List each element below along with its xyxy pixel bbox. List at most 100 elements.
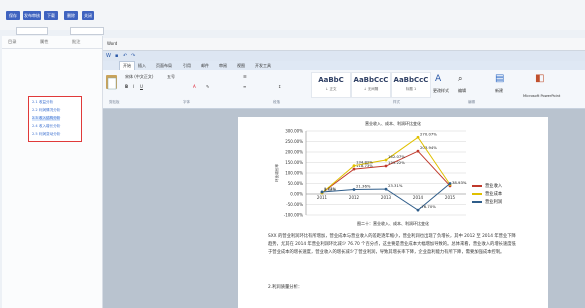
data-point <box>352 167 356 171</box>
y-tick-label: -50.00% <box>286 202 303 207</box>
data-label: 23.31% <box>388 183 403 188</box>
ribbon-tabs: 开始 插入 页面布局 引用 邮件 审阅 视图 开发工具 <box>103 61 585 70</box>
y-tick-label: 200.00% <box>285 150 303 155</box>
legend-item-cost: 营业成本 <box>472 191 502 199</box>
data-label: 9.77% <box>324 186 336 191</box>
tab-view[interactable]: 视图 <box>237 63 245 69</box>
tab-mailings[interactable]: 邮件 <box>201 63 209 69</box>
body-paragraph: SXX 的营业利润环比有所增加，营业成本与营业收入的差距逐年缩小，营业利润也出现… <box>268 234 516 255</box>
style-name: ↓ 无间隔 <box>363 87 379 91</box>
legend-item-profit: 营业利润 <box>472 199 502 207</box>
edit-label[interactable]: 编辑 <box>458 88 466 94</box>
undo-icon[interactable]: ↶ <box>123 53 127 59</box>
bold-button[interactable]: B <box>125 84 128 89</box>
data-point <box>352 164 356 168</box>
paste-icon[interactable] <box>105 73 119 95</box>
outline-item-selected[interactable]: 2.3 收入结构分析 <box>32 116 61 121</box>
y-tick-label: 50.00% <box>288 181 303 186</box>
font-size-box[interactable]: 五号 <box>167 74 175 80</box>
toolbar-button-2[interactable]: 发布审核 <box>23 11 41 20</box>
legend-item-revenue: 营业收入 <box>472 183 502 191</box>
data-point <box>416 208 420 212</box>
legend-label: 营业成本 <box>485 192 503 197</box>
tab-page-layout[interactable]: 页面布局 <box>156 63 172 69</box>
group-label: 编辑 <box>468 100 475 104</box>
change-styles-label[interactable]: 更改样式 <box>433 88 449 94</box>
outline-item[interactable]: 2.5 利润变动分析 <box>32 132 60 137</box>
tab-review[interactable]: 审阅 <box>219 63 227 69</box>
data-label: 133.22% <box>388 160 405 165</box>
data-label: 203.94% <box>420 145 437 150</box>
tab-home[interactable]: 开始 <box>119 61 135 70</box>
powerpoint-icon[interactable]: ◧ <box>535 73 544 84</box>
chart-legend: 营业收入 营业成本 营业利润 <box>472 183 502 207</box>
app-header: Word <box>103 38 585 51</box>
x-tick-label: 2013 <box>381 195 392 200</box>
save-icon[interactable]: ▪ <box>115 53 118 59</box>
redo-icon[interactable]: ↷ <box>131 53 135 59</box>
toolbar-button-3[interactable]: 下载 <box>44 11 58 20</box>
data-point <box>384 187 388 191</box>
style-heading1[interactable]: AaBbCcC 标题 1 <box>391 72 431 98</box>
find-icon[interactable]: ⌕ <box>458 74 462 84</box>
series-line <box>321 150 451 194</box>
x-tick-label: 2012 <box>349 195 360 200</box>
filter-select-2[interactable] <box>70 27 104 35</box>
line-spacing-icon[interactable]: ↕ <box>278 84 281 89</box>
document-page[interactable]: 营业收入、成本、利润环比变化 300.00% 250.00% 200.00% 150.… <box>238 117 548 308</box>
word-logo-icon: W <box>106 53 111 59</box>
y-tick-label: 300.00% <box>285 129 303 134</box>
word-app: Word W ▪ ↶ ↷ 开始 插入 页面布局 引用 邮件 审阅 视图 开发工具… <box>103 38 585 308</box>
powerpoint-label[interactable]: Microsoft PowerPoint <box>523 94 560 98</box>
align-icon[interactable]: ≡ <box>243 84 246 89</box>
tab-references[interactable]: 引用 <box>183 63 191 69</box>
tab-catalog[interactable]: 目录 <box>8 39 16 45</box>
group-label: 段落 <box>273 100 280 104</box>
outline-highlight-box: 2.1 收益分析 2.2 利润情况分析 2.3 收入结构分析 2.4 收入增长分… <box>28 96 82 142</box>
data-label: 162.07% <box>388 154 405 159</box>
style-name: 标题 1 <box>405 87 417 91</box>
data-point <box>384 164 388 168</box>
new-label[interactable]: 新建 <box>495 88 503 94</box>
outline-item[interactable]: 2.4 收入增长分析 <box>32 124 60 129</box>
tab-developer[interactable]: 开发工具 <box>255 63 271 69</box>
ribbon: 宋体 (中文正文) 五号 B I U A ✎ ☰ ≡ ↕ AaBbC ↓ 正文 … <box>103 70 585 109</box>
new-document-icon[interactable]: ▤ <box>495 73 504 84</box>
toolbar-button-5[interactable]: 关闭 <box>82 11 94 20</box>
tab-comments[interactable]: 批注 <box>72 39 80 45</box>
y-axis-label: 环比增长率 <box>274 164 279 182</box>
x-tick-label: 2011 <box>317 195 328 200</box>
data-label: -76.70% <box>420 204 436 209</box>
data-point <box>352 188 356 191</box>
italic-button[interactable]: I <box>133 84 134 89</box>
style-no-spacing[interactable]: AaBbCcC ↓ 无间隔 <box>351 72 391 98</box>
font-color-icon[interactable]: A <box>193 84 196 89</box>
tab-properties[interactable]: 属性 <box>40 39 48 45</box>
toolbar-button-1[interactable]: 保存 <box>6 11 20 20</box>
font-name-box[interactable]: 宋体 (中文正文) <box>125 74 153 80</box>
highlight-icon[interactable]: ✎ <box>206 84 209 89</box>
data-label: 134.82% <box>356 160 373 165</box>
data-label: 270.07% <box>420 131 437 136</box>
data-label: 21.36% <box>356 184 371 189</box>
left-tabs: 目录 属性 批注 <box>2 36 102 49</box>
data-point <box>448 182 452 185</box>
tab-insert[interactable]: 插入 <box>138 63 146 69</box>
screenshot-frame: 保存 发布审核 下载 删除 关闭 目录 属性 批注 2.1 收益分析 2.2 利… <box>0 0 585 308</box>
outline-item[interactable]: 2.1 收益分析 <box>32 100 53 105</box>
data-point <box>384 158 388 162</box>
y-tick-label: 250.00% <box>285 139 303 144</box>
change-styles-icon[interactable]: A <box>435 74 441 84</box>
outline-item[interactable]: 2.2 利润情况分析 <box>32 108 60 113</box>
toolbar-button-4[interactable]: 删除 <box>64 11 78 20</box>
legend-label: 营业利润 <box>485 200 503 205</box>
quick-access-toolbar: W ▪ ↶ ↷ <box>103 51 585 61</box>
bullets-icon[interactable]: ☰ <box>243 74 247 79</box>
y-tick-label: -100.00% <box>284 213 303 218</box>
style-normal[interactable]: AaBbC ↓ 正文 <box>311 72 351 98</box>
filter-select[interactable] <box>16 27 48 35</box>
y-tick-label: 0.00% <box>290 192 303 197</box>
underline-button[interactable]: U <box>140 84 143 89</box>
style-name: ↓ 正文 <box>325 87 337 91</box>
data-point <box>416 135 420 139</box>
